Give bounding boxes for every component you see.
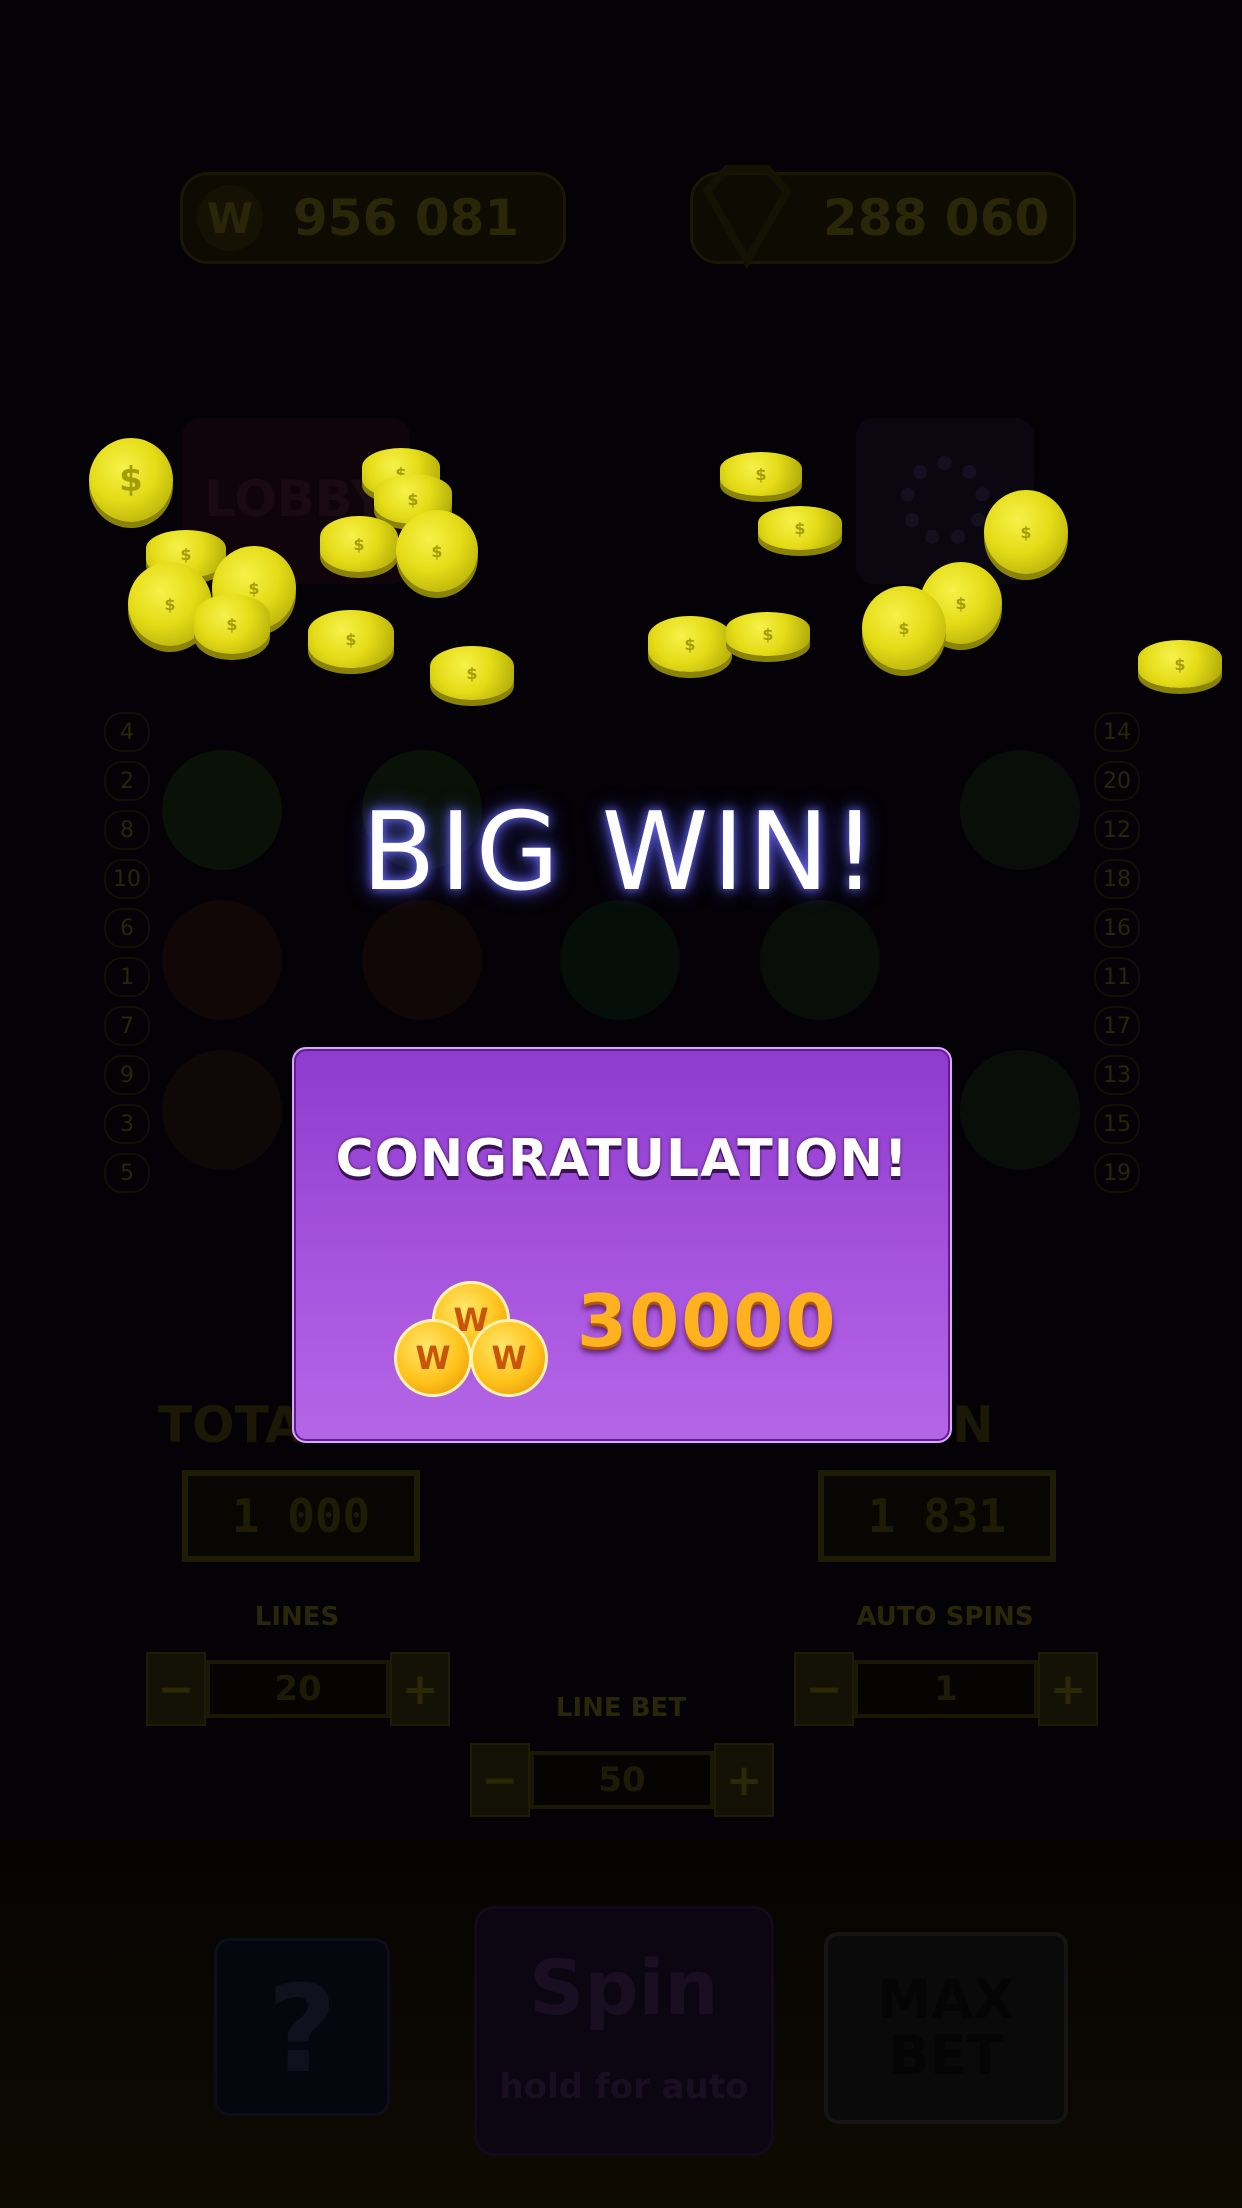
reel-symbol <box>560 900 680 1020</box>
big-win-title: BIG WIN! <box>361 790 881 915</box>
dollar-coin-icon <box>320 516 398 572</box>
dollar-coin-icon <box>648 616 732 672</box>
lines-label: LINES <box>254 1602 340 1632</box>
w-coins-stack-icon: W W W <box>394 1281 548 1397</box>
dollar-coin-icon <box>720 452 802 496</box>
gems-value: 288 060 <box>823 189 1050 247</box>
w-coin: W <box>394 1319 472 1397</box>
coins-balance: W 956 081 <box>180 172 566 264</box>
gear-icon <box>900 456 990 546</box>
total-bet-label: TOTA <box>158 1396 304 1454</box>
dollar-coin-icon <box>758 506 842 550</box>
dollar-coin-icon <box>726 612 810 656</box>
line-number: 1 <box>104 957 150 997</box>
lines-plus-button[interactable]: + <box>390 1652 450 1726</box>
line-bet-value: 50 <box>530 1751 714 1809</box>
dollar-coin-icon <box>308 610 394 668</box>
dollar-coin-icon <box>194 594 270 654</box>
auto-spins-stepper: − 1 + <box>794 1652 1098 1726</box>
lines-value: 20 <box>206 1660 390 1718</box>
reel-symbol <box>162 900 282 1020</box>
spin-button[interactable]: Spin hold for auto <box>474 1906 774 2156</box>
reel-symbol <box>162 1050 282 1170</box>
reel-symbol <box>760 900 880 1020</box>
line-bet-label: LINE BET <box>555 1693 687 1723</box>
spin-sub-label: hold for auto <box>499 2067 749 2107</box>
win-label: N <box>952 1396 994 1454</box>
auto-spins-minus-button[interactable]: − <box>794 1652 854 1726</box>
gems-balance: 288 060 <box>690 165 1076 270</box>
reel-symbol <box>960 1050 1080 1170</box>
auto-spins-plus-button[interactable]: + <box>1038 1652 1098 1726</box>
auto-spins-label: AUTO SPINS <box>856 1602 1034 1632</box>
dollar-coin-icon <box>862 586 946 670</box>
popup-title: CONGRATULATION! <box>335 1129 909 1189</box>
reel-symbol <box>362 900 482 1020</box>
max-bet-label: MAX BET <box>877 1968 1015 2087</box>
spin-label: Spin <box>529 1943 719 2032</box>
dollar-coin-icon <box>430 646 514 700</box>
dollar-coin-icon <box>89 438 173 522</box>
dollar-coin-icon <box>1138 640 1222 688</box>
line-number: 17 <box>1094 1006 1140 1046</box>
congratulation-popup[interactable]: CONGRATULATION! W W W 30000 <box>292 1047 952 1443</box>
total-bet-value: 1 000 <box>182 1470 420 1562</box>
line-bet-minus-button[interactable]: − <box>470 1743 530 1817</box>
popup-amount: 30000 <box>577 1279 838 1363</box>
line-number: 15 <box>1094 1104 1140 1144</box>
max-bet-button[interactable]: MAX BET <box>824 1932 1068 2124</box>
line-number: 19 <box>1094 1153 1140 1193</box>
line-bet-plus-button[interactable]: + <box>714 1743 774 1817</box>
diamond-icon <box>702 165 792 270</box>
lines-minus-button[interactable]: − <box>146 1652 206 1726</box>
line-number: 4 <box>104 712 150 752</box>
line-number: 7 <box>104 1006 150 1046</box>
line-number: 3 <box>104 1104 150 1144</box>
line-number: 11 <box>1094 957 1140 997</box>
line-number: 13 <box>1094 1055 1140 1095</box>
help-button[interactable]: ? <box>214 1938 390 2116</box>
dollar-coin-icon <box>396 510 478 592</box>
line-bet-stepper: − 50 + <box>470 1743 774 1817</box>
line-number: 5 <box>104 1153 150 1193</box>
win-value: 1 831 <box>818 1470 1056 1562</box>
w-coin: W <box>470 1319 548 1397</box>
line-number: 9 <box>104 1055 150 1095</box>
help-label: ? <box>267 1961 337 2100</box>
auto-spins-value: 1 <box>854 1660 1038 1718</box>
lines-stepper: − 20 + <box>146 1652 450 1726</box>
line-number: 14 <box>1094 712 1140 752</box>
coins-value: 956 081 <box>293 189 520 247</box>
w-coin-icon: W <box>197 185 263 251</box>
